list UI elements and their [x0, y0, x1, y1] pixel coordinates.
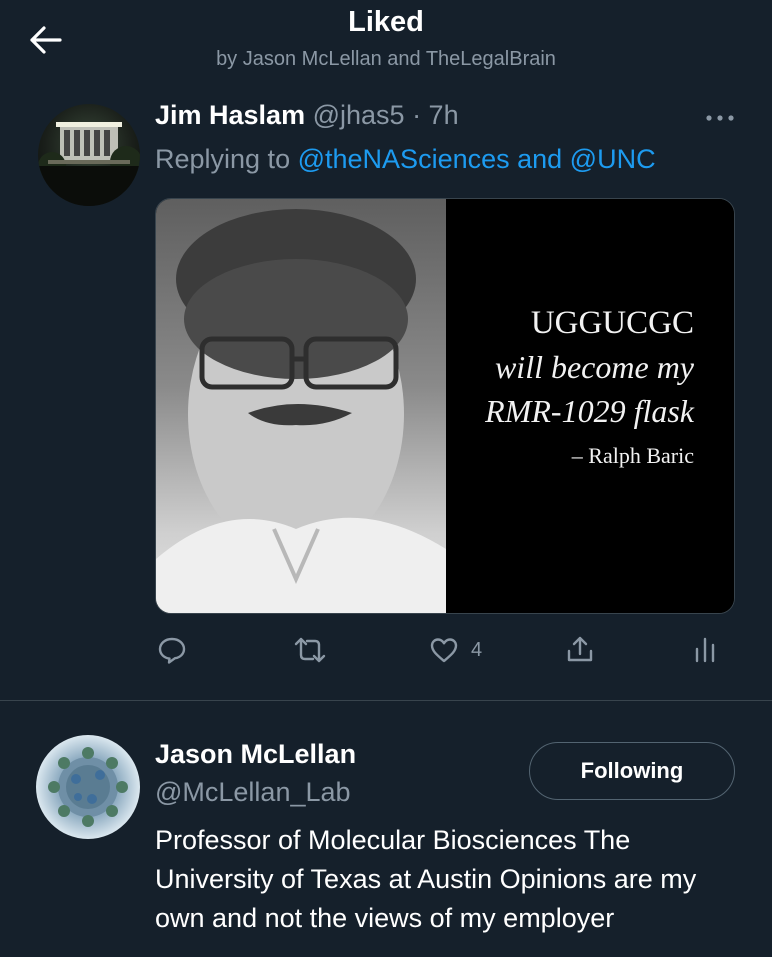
following-button[interactable]: Following — [529, 742, 735, 800]
page-title: Liked — [348, 6, 424, 38]
portrait-illustration — [156, 209, 446, 613]
user-cell[interactable]: Jason McLellan @McLellan_Lab Following P… — [0, 701, 772, 957]
page-subtitle: by Jason McLellan and TheLegalBrain — [216, 48, 556, 70]
avatar[interactable] — [38, 104, 140, 206]
quote-line-2: will become my — [494, 349, 694, 385]
share-icon — [567, 636, 593, 662]
share-button[interactable] — [565, 632, 595, 668]
replying-to: Replying to @theNASciences and @UNC — [155, 144, 656, 175]
author-handle-time[interactable]: @jhas5 · 7h — [313, 100, 459, 130]
like-count: 4 — [471, 638, 483, 661]
author-name[interactable]: Jim Haslam — [155, 100, 305, 130]
tweet[interactable]: Jim Haslam @jhas5 · 7h Replying to @theN… — [0, 88, 772, 700]
retweet-button[interactable] — [293, 632, 327, 668]
tweet-actions: 4 — [155, 628, 735, 672]
reply-mentions[interactable]: @theNASciences and @UNC — [298, 144, 656, 174]
replying-to-label: Replying to — [155, 144, 291, 174]
user-handle[interactable]: @McLellan_Lab — [155, 777, 351, 808]
tweet-image[interactable]: UGGUCGC will become my RMR-1029 flask – … — [155, 198, 735, 614]
quote-text: UGGUCGC will become my RMR-1029 flask — [485, 301, 694, 433]
like-button[interactable]: 4 — [429, 632, 482, 668]
reply-icon — [158, 637, 186, 664]
quote-line-1: UGGUCGC — [530, 305, 694, 341]
more-options-button[interactable] — [700, 106, 740, 130]
tweet-author-line: Jim Haslam @jhas5 · 7h — [155, 100, 459, 131]
analytics-button[interactable] — [693, 632, 717, 668]
quote-attribution: – Ralph Baric — [571, 443, 694, 468]
user-avatar[interactable] — [36, 735, 140, 839]
more-icon — [706, 115, 734, 121]
quote-line-3: RMR-1029 flask — [485, 393, 694, 429]
virus-avatar-image — [48, 747, 128, 827]
user-bio: Professor of Molecular Biosciences The U… — [155, 825, 697, 933]
analytics-icon — [695, 637, 715, 663]
quote-panel: UGGUCGC will become my RMR-1029 flask – … — [446, 199, 734, 613]
retweet-icon — [294, 637, 326, 663]
avatar-building-image — [38, 122, 140, 206]
top-bar: Liked by Jason McLellan and TheLegalBrai… — [0, 0, 772, 88]
heart-icon — [430, 638, 458, 663]
portrait-photo — [156, 199, 446, 613]
reply-button[interactable] — [157, 632, 187, 668]
user-name[interactable]: Jason McLellan — [155, 739, 356, 770]
